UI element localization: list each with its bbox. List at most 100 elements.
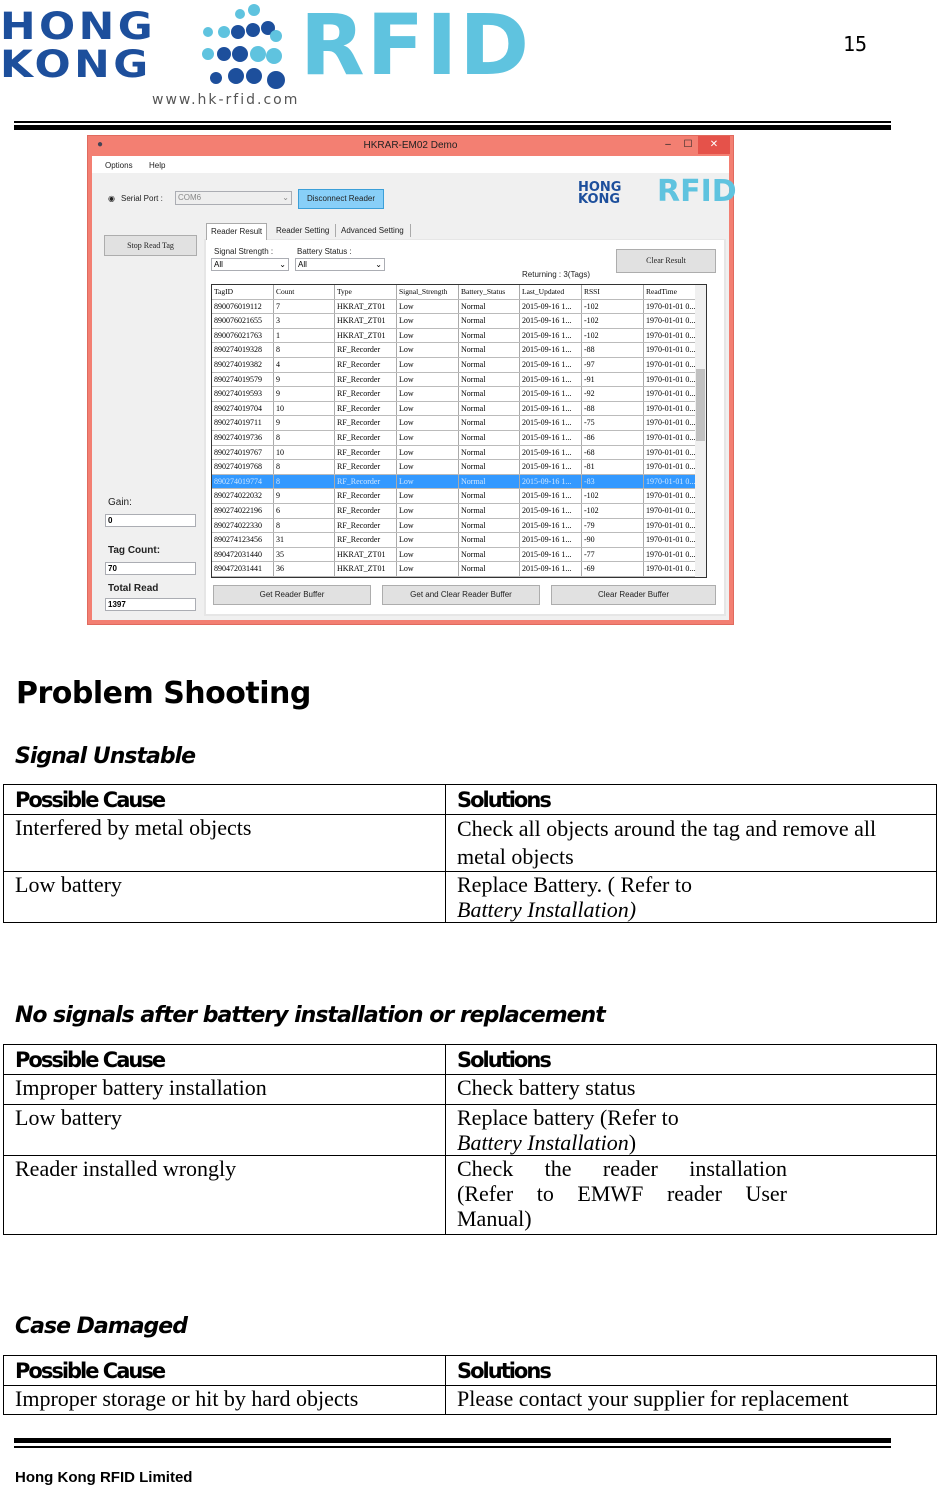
tag-cell: Normal xyxy=(459,460,520,474)
tag-cell: 2015-09-16 1... xyxy=(520,328,582,343)
tag-row[interactable]: 890274019767 10 RF_Recorder Low Normal 2015-0… xyxy=(212,445,706,461)
section-heading: No signals after battery installation or… xyxy=(15,1003,606,1028)
tag-row[interactable]: 890274022032 9 RF_Recorder Low Normal 2015-09… xyxy=(212,489,706,504)
tag-row[interactable]: 890274019774 8 RF_Recorder Low Normal 2015-09… xyxy=(212,474,706,490)
tag-cell: Normal xyxy=(459,547,520,562)
tag-row[interactable]: 890274019736 8 RF_Recorder Low Normal 2015-09… xyxy=(212,430,706,446)
tag-row[interactable]: 890274019768 8 RF_Recorder Low Normal 2015-09… xyxy=(212,460,706,475)
battery-status-select[interactable]: All ⌄ xyxy=(295,258,385,271)
tag-cell: 890274019593 xyxy=(212,387,274,401)
minimize-button[interactable]: – xyxy=(658,136,678,154)
tag-cell: Low xyxy=(397,372,459,387)
maximize-button[interactable]: ☐ xyxy=(678,136,698,154)
tab-reader-result[interactable]: Reader Result xyxy=(206,223,268,240)
column-header[interactable]: Type xyxy=(335,285,397,299)
column-header[interactable]: TagID xyxy=(212,285,274,299)
column-header[interactable]: Count xyxy=(274,285,335,299)
menu-options[interactable]: Options xyxy=(105,161,133,170)
tag-cell: 2015-09-16 1... xyxy=(520,416,582,430)
column-header[interactable]: Last_Updated xyxy=(520,285,582,299)
tag-cell: Low xyxy=(397,357,459,372)
gain-label: Gain: xyxy=(108,497,132,508)
menu-help[interactable]: Help xyxy=(149,161,165,170)
tag-cell: RF_Recorder xyxy=(335,430,397,445)
column-header[interactable]: RSSI xyxy=(582,285,644,299)
tag-row[interactable]: 890076021655 3 HKRAT_ZT01 Low Normal 2015-09-… xyxy=(212,314,706,329)
tag-cell: RF_Recorder xyxy=(335,518,397,533)
app-logo: HONG KONG xyxy=(578,180,622,207)
stop-read-tag-button[interactable]: Stop Read Tag xyxy=(104,235,197,256)
tag-row[interactable]: 890472031440 35 HKRAT_ZT01 Low Normal 2015-09… xyxy=(212,547,706,563)
tag-count-input[interactable]: 70 xyxy=(105,562,196,575)
column-header[interactable]: Battery_Status xyxy=(459,285,520,299)
column-header[interactable]: Signal_Strength xyxy=(397,285,459,299)
footer-rule-thick xyxy=(14,1438,891,1443)
clear-result-button[interactable]: Clear Result xyxy=(616,249,716,273)
tag-row[interactable]: 890274019711 9 RF_Recorder Low Normal 2015-09… xyxy=(212,416,706,431)
tag-cell: Normal xyxy=(459,474,520,489)
tag-row[interactable]: 890274019579 9 RF_Recorder Low Normal 2015-09… xyxy=(212,372,706,388)
tag-cell: Low xyxy=(397,328,459,343)
tag-row[interactable]: 890274022330 8 RF_Recorder Low Normal 2015-09… xyxy=(212,518,706,534)
tag-row[interactable]: 890274019382 4 RF_Recorder Low Normal 2015-09… xyxy=(212,357,706,373)
tag-cell: 890076021655 xyxy=(212,314,274,328)
tag-cell: 8 xyxy=(274,343,335,357)
tag-cell: 35 xyxy=(274,547,335,562)
serial-port-radio[interactable]: ◉ xyxy=(108,194,115,203)
tag-cell: Low xyxy=(397,401,459,416)
tag-cell: 2015-09-16 1... xyxy=(520,401,582,416)
tag-cell: RF_Recorder xyxy=(335,387,397,401)
tag-cell: -75 xyxy=(582,416,644,430)
tag-cell: 36 xyxy=(274,562,335,576)
table-row: Reader installed wrongly Check the reader… xyxy=(3,1155,937,1235)
tag-cell: 2015-09-16 1... xyxy=(520,518,582,533)
tag-cell: 9 xyxy=(274,416,335,430)
tag-row[interactable]: 890472031441 36 HKRAT_ZT01 Low Normal 2015-09… xyxy=(212,562,706,577)
tag-cell: 890274019711 xyxy=(212,416,274,430)
tag-cell: 890274019768 xyxy=(212,460,274,474)
tag-cell: 2015-09-16 1... xyxy=(520,547,582,562)
tag-cell: Low xyxy=(397,445,459,460)
total-read-input[interactable]: 1397 xyxy=(105,598,196,611)
tag-cell: 9 xyxy=(274,372,335,387)
tag-row[interactable]: 890076021763 1 HKRAT_ZT01 Low Normal 2015-09-… xyxy=(212,328,706,344)
tag-cell: 9 xyxy=(274,489,335,503)
col-cause: Possible Cause xyxy=(3,784,446,815)
scrollbar[interactable] xyxy=(695,285,706,577)
tag-cell: Normal xyxy=(459,533,520,547)
tag-row[interactable]: 890274123456 31 RF_Recorder Low Normal 2015-0… xyxy=(212,533,706,548)
get-reader-buffer-button[interactable]: Get Reader Buffer xyxy=(213,585,371,605)
tag-cell: 890274022330 xyxy=(212,518,274,533)
close-button[interactable]: ✕ xyxy=(698,136,730,154)
col-solutions: Solutions xyxy=(445,784,937,815)
col-cause: Possible Cause xyxy=(3,1355,446,1386)
table-row: Improper storage or hit by hard objects P… xyxy=(3,1385,937,1415)
tag-row[interactable]: 890274019328 8 RF_Recorder Low Normal 2015-09… xyxy=(212,343,706,358)
logo-text: HONG KONG xyxy=(0,5,157,86)
tag-cell: Normal xyxy=(459,416,520,430)
tag-row[interactable]: 890076019112 7 HKRAT_ZT01 Low Normal 2015-09-… xyxy=(212,299,706,315)
solution-cell: Check battery status xyxy=(445,1074,937,1105)
tab-advanced-setting[interactable]: Advanced Setting xyxy=(335,224,411,237)
tag-cell: RF_Recorder xyxy=(335,372,397,387)
tag-row[interactable]: 890274019704 10 RF_Recorder Low Normal 2015-0… xyxy=(212,401,706,417)
disconnect-reader-button[interactable]: Disconnect Reader xyxy=(298,189,384,209)
tag-cell: -102 xyxy=(582,299,644,314)
tag-cell: Normal xyxy=(459,430,520,445)
clear-reader-buffer-button[interactable]: Clear Reader Buffer xyxy=(551,585,716,605)
tag-cell: -77 xyxy=(582,547,644,562)
solution-cell: Please contact your supplier for replace… xyxy=(445,1385,937,1415)
tag-cell: 890274019774 xyxy=(212,474,274,489)
tag-cell: -86 xyxy=(582,430,644,445)
tag-table[interactable]: TagID Count Type Signal_Strength Battery_Sta… xyxy=(211,284,707,578)
serial-port-select[interactable]: COM6 ⌄ xyxy=(175,191,292,205)
tag-cell: Normal xyxy=(459,562,520,576)
tag-cell: Low xyxy=(397,474,459,489)
get-clear-reader-buffer-button[interactable]: Get and Clear Reader Buffer xyxy=(382,585,540,605)
signal-strength-select[interactable]: All ⌄ xyxy=(211,258,289,271)
gain-input[interactable]: 0 xyxy=(105,514,196,527)
tag-cell: RF_Recorder xyxy=(335,416,397,430)
tab-reader-setting[interactable]: Reader Setting xyxy=(270,224,337,237)
tag-row[interactable]: 890274022196 6 RF_Recorder Low Normal 2015-09… xyxy=(212,503,706,519)
tag-row[interactable]: 890274019593 9 RF_Recorder Low Normal 2015-09… xyxy=(212,387,706,402)
